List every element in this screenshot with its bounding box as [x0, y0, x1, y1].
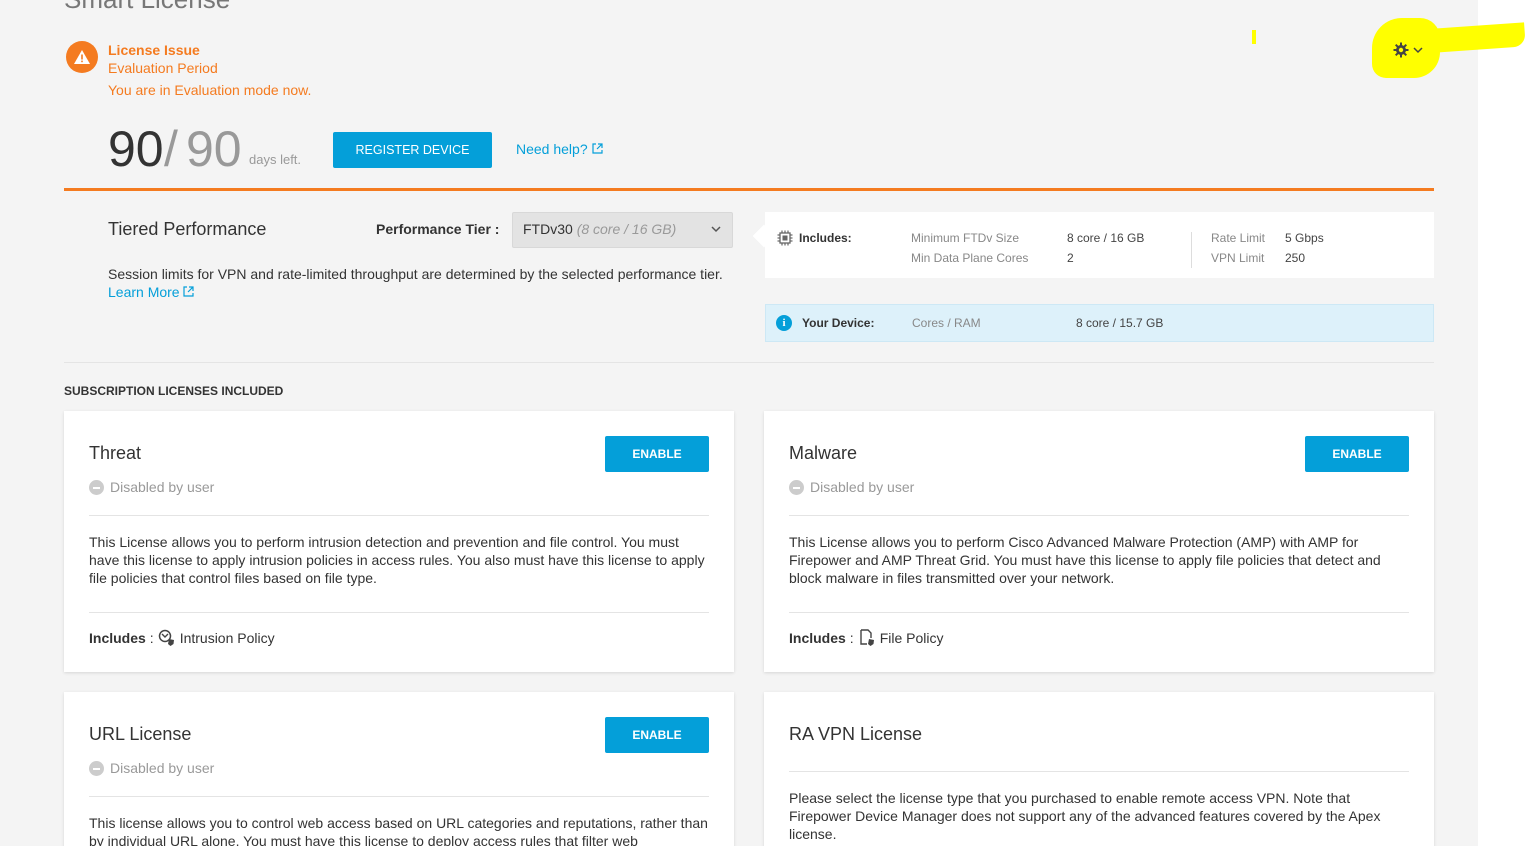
days-slash: / [164, 121, 178, 177]
license-issue-subtitle: Evaluation Period [108, 60, 218, 76]
settings-menu-button[interactable] [1382, 30, 1434, 70]
ra-vpn-license-card: RA VPN License Please select the license… [764, 692, 1434, 846]
register-device-button[interactable]: REGISTER DEVICE [333, 132, 492, 168]
license-issue-title: License Issue [108, 42, 200, 58]
card-status: Disabled by user [789, 479, 914, 495]
tier-title: Tiered Performance [108, 219, 267, 239]
includes-item: File Policy [879, 630, 944, 646]
performance-tier-select[interactable]: FTDv30 (8 core / 16 GB) [512, 212, 733, 248]
min-cores-value: 2 [1067, 251, 1074, 265]
chevron-down-icon [1413, 47, 1423, 54]
days-left-label: days left. [249, 152, 302, 167]
device-value: 8 core / 15.7 GB [1076, 316, 1164, 330]
threat-license-card: Threat ENABLE Disabled by user This Lice… [64, 411, 734, 672]
right-panel-edge [1478, 0, 1525, 846]
learn-more-link[interactable]: Learn More [108, 284, 195, 300]
card-divider [789, 515, 1409, 516]
card-description: This License allows you to perform intru… [89, 534, 705, 586]
card-status-text: Disabled by user [110, 760, 215, 776]
gear-icon [1393, 42, 1409, 58]
url-enable-button[interactable]: ENABLE [605, 717, 709, 753]
tier-selected-detail: (8 core / 16 GB) [576, 221, 677, 237]
malware-license-card: Malware ENABLE Disabled by user This Lic… [764, 411, 1434, 672]
performance-tier-label: Performance Tier : [376, 221, 500, 237]
your-device-panel: i Your Device: Cores / RAM 8 core / 15.7… [765, 304, 1434, 342]
card-description: Please select the license type that you … [789, 790, 1381, 842]
days-used: 90 [108, 121, 164, 177]
chip-icon [777, 230, 793, 246]
includes-item: Intrusion Policy [179, 630, 275, 646]
threat-enable-button[interactable]: ENABLE [605, 436, 709, 472]
license-issue-message: You are in Evaluation mode now. [108, 82, 312, 98]
minus-circle-icon [789, 479, 804, 495]
rate-limit-value: 5 Gbps [1285, 231, 1324, 245]
panel-pointer [752, 224, 776, 248]
url-license-card: URL License ENABLE Disabled by user This… [64, 692, 734, 846]
card-divider [789, 612, 1409, 613]
min-size-key: Minimum FTDv Size [911, 231, 1020, 245]
warning-icon [66, 41, 98, 73]
card-description: This license allows you to control web a… [89, 815, 708, 846]
need-help-label: Need help? [516, 141, 588, 157]
file-policy-icon [859, 629, 874, 646]
tier-description: Session limits for VPN and rate-limited … [108, 265, 738, 301]
external-link-icon [591, 143, 603, 154]
learn-more-label: Learn More [108, 284, 180, 300]
info-icon: i [776, 315, 792, 331]
card-includes: Includes: Intrusion Policy [89, 629, 275, 646]
card-description: This License allows you to perform Cisco… [789, 534, 1381, 586]
minus-circle-icon [89, 479, 104, 495]
card-status-text: Disabled by user [810, 479, 915, 495]
includes-label: Includes [89, 630, 146, 646]
includes-label: Includes: [799, 231, 852, 245]
your-device-label: Your Device: [802, 316, 875, 330]
page-title: Smart License [64, 0, 230, 15]
card-title: RA VPN License [789, 724, 923, 744]
vpn-limit-key: VPN Limit [1211, 251, 1265, 265]
vpn-limit-value: 250 [1285, 251, 1306, 265]
tier-selected-name: FTDv30 [523, 221, 573, 237]
tier-description-text: Session limits for VPN and rate-limited … [108, 266, 723, 282]
external-link-icon [183, 286, 195, 297]
highlight-marker-dot [1252, 30, 1256, 44]
tier-includes-panel: Includes: Minimum FTDv Size 8 core / 16 … [752, 212, 1434, 278]
card-includes: Includes: File Policy [789, 629, 944, 646]
device-key: Cores / RAM [912, 316, 981, 330]
card-title: URL License [89, 724, 192, 744]
card-title: Malware [789, 443, 858, 463]
days-total: 90 [186, 121, 242, 177]
intrusion-policy-icon [158, 629, 174, 646]
orange-divider [64, 188, 1434, 191]
card-divider [89, 515, 709, 516]
card-divider [789, 771, 1409, 772]
includes-label: Includes [789, 630, 846, 646]
need-help-link[interactable]: Need help? [516, 141, 603, 157]
section-divider [64, 362, 1434, 363]
subscription-section-title: SUBSCRIPTION LICENSES INCLUDED [64, 384, 284, 398]
card-title: Threat [89, 443, 142, 463]
min-cores-key: Min Data Plane Cores [911, 251, 1029, 265]
minus-circle-icon [89, 760, 104, 776]
rate-limit-key: Rate Limit [1211, 231, 1266, 245]
card-status: Disabled by user [89, 760, 214, 776]
malware-enable-button[interactable]: ENABLE [1305, 436, 1409, 472]
min-size-value: 8 core / 16 GB [1067, 231, 1145, 245]
card-status-text: Disabled by user [110, 479, 215, 495]
card-divider [89, 612, 709, 613]
card-divider [89, 796, 709, 797]
chevron-down-icon [711, 226, 721, 233]
includes-separator [1191, 232, 1192, 268]
card-status: Disabled by user [89, 479, 214, 495]
